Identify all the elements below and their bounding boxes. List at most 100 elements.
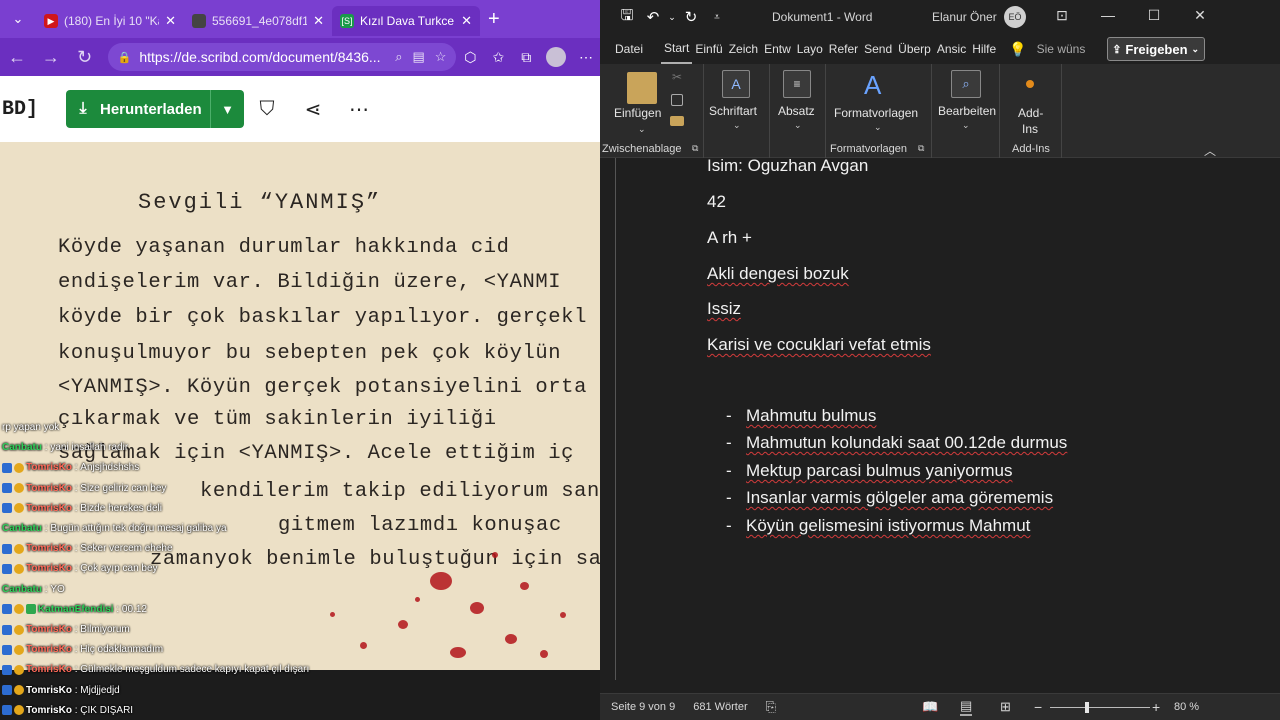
- chat-username[interactable]: Canbatu: [2, 584, 42, 595]
- tab-ueberpruefen[interactable]: Überp: [895, 34, 934, 64]
- chevron-down-icon[interactable]: ▼: [210, 90, 244, 128]
- close-icon[interactable]: ✕: [313, 13, 324, 29]
- styles-label[interactable]: Formatvorlagen: [834, 106, 918, 120]
- extensions-icon[interactable]: ⬡: [456, 49, 484, 66]
- copy-icon[interactable]: [671, 94, 683, 106]
- paste-label[interactable]: Einfügen: [614, 106, 661, 120]
- chevron-down-icon[interactable]: ⌄: [794, 120, 802, 131]
- tab-einfuegen[interactable]: Einfü: [692, 34, 725, 64]
- tab-zeichnen[interactable]: Zeich: [726, 34, 761, 64]
- more-icon[interactable]: ⋯: [572, 49, 600, 66]
- share-button[interactable]: ⇪ Freigeben ⌄: [1106, 37, 1205, 61]
- close-icon[interactable]: ✕: [1185, 7, 1215, 24]
- paste-icon[interactable]: [627, 72, 657, 104]
- chevron-down-icon[interactable]: ⌄: [1192, 44, 1200, 55]
- dialog-launcher-icon[interactable]: ⧉: [692, 143, 698, 154]
- chat-username[interactable]: TomrisKo: [26, 543, 72, 554]
- undo-dropdown-icon[interactable]: ⌄: [666, 12, 678, 23]
- new-tab-plus-icon[interactable]: +: [488, 8, 500, 31]
- document-canvas[interactable]: Isim: Oguzhan Avgan 42 A rh + Akli denge…: [600, 156, 1280, 693]
- zoom-level[interactable]: 80 %: [1174, 701, 1199, 713]
- web-layout-icon[interactable]: ⊞: [1000, 699, 1011, 715]
- paragraph[interactable]: Karisi ve cocuklari vefat etmis: [707, 335, 931, 355]
- page-count[interactable]: Seite 9 von 9: [611, 701, 675, 713]
- zoom-slider-track[interactable]: [1050, 707, 1150, 708]
- profile-avatar[interactable]: [546, 47, 567, 67]
- paragraph[interactable]: A rh +: [707, 228, 752, 248]
- tab-datei[interactable]: Datei: [600, 34, 661, 64]
- download-button[interactable]: ⤓ Herunterladen ▼: [66, 90, 244, 128]
- cut-icon[interactable]: ✂: [672, 70, 682, 84]
- customize-toolbar-icon[interactable]: ⩡: [704, 12, 730, 23]
- chat-username[interactable]: TomrisKo: [26, 483, 72, 494]
- chat-username[interactable]: TomrisKo: [26, 503, 72, 514]
- paragraph[interactable]: 42: [707, 192, 726, 212]
- paragraph[interactable]: Isim: Oguzhan Avgan: [707, 156, 868, 176]
- chat-username[interactable]: TomrisKo: [26, 624, 72, 635]
- editing-label[interactable]: Bearbeiten: [938, 104, 996, 118]
- forward-arrow-icon[interactable]: →: [34, 40, 68, 74]
- tab-ansicht[interactable]: Ansic: [934, 34, 969, 64]
- chevron-down-icon[interactable]: ⌄: [638, 124, 646, 135]
- scribd-logo[interactable]: BD]: [2, 98, 62, 121]
- zoom-in-icon[interactable]: +: [1152, 699, 1160, 715]
- save-icon[interactable]: 🖫: [614, 5, 640, 30]
- tab-referenzen[interactable]: Refer: [826, 34, 861, 64]
- close-icon[interactable]: ✕: [165, 13, 176, 29]
- zoom-out-icon[interactable]: −: [1034, 699, 1042, 715]
- browser-tab-youtube[interactable]: ▶ (180) En İyi 10 "Kav ✕: [36, 6, 184, 36]
- tell-me-input[interactable]: Sie wüns: [1037, 42, 1103, 56]
- zoom-slider-thumb[interactable]: [1085, 702, 1089, 713]
- chevron-down-icon[interactable]: ⌄: [962, 120, 970, 131]
- tab-layout[interactable]: Layo: [794, 34, 826, 64]
- tab-actions-chevron-icon[interactable]: ⌄: [0, 0, 36, 38]
- back-arrow-icon[interactable]: ←: [0, 40, 34, 74]
- reader-icon[interactable]: ▤: [413, 49, 425, 65]
- paragraph-label[interactable]: Absatz: [778, 104, 815, 118]
- document-page[interactable]: Isim: Oguzhan Avgan 42 A rh + Akli denge…: [615, 156, 1245, 680]
- collections-icon[interactable]: ⧉: [512, 49, 540, 66]
- chat-username[interactable]: KatmanEfendisi: [38, 604, 114, 615]
- minimize-icon[interactable]: —: [1093, 7, 1123, 23]
- address-bar[interactable]: 🔒 https://de.scribd.com/document/8436...…: [107, 43, 457, 71]
- chat-username[interactable]: TomrisKo: [26, 685, 72, 696]
- tab-start[interactable]: Start: [661, 34, 693, 64]
- list-item[interactable]: Insanlar varmis gölgeler ama görememis: [746, 488, 1053, 508]
- font-icon[interactable]: A: [722, 70, 750, 98]
- format-painter-icon[interactable]: [670, 116, 684, 126]
- maximize-icon[interactable]: ☐: [1139, 7, 1169, 24]
- addins-label-line2[interactable]: Ins: [1022, 122, 1038, 136]
- paragraph-icon[interactable]: ≡: [783, 70, 811, 98]
- list-item[interactable]: Köyün gelismesini istiyormus Mahmut: [746, 516, 1030, 536]
- search-icon[interactable]: ⌕: [951, 70, 981, 98]
- chat-username[interactable]: TomrisKo: [26, 563, 72, 574]
- browser-tab-scribd[interactable]: [S] Kızıl Dava Turkce Ka ✕: [332, 6, 480, 36]
- tab-entwurf[interactable]: Entw: [761, 34, 794, 64]
- browser-tab-image[interactable]: 556691_4e078df1ed ✕: [184, 6, 332, 36]
- collapse-ribbon-icon[interactable]: ︿: [1204, 142, 1216, 159]
- paragraph[interactable]: Akli dengesi bozuk: [707, 264, 849, 284]
- addins-icon[interactable]: [1026, 80, 1034, 88]
- tab-sendungen[interactable]: Send: [861, 34, 895, 64]
- chat-username[interactable]: TomrisKo: [26, 462, 72, 473]
- styles-icon[interactable]: A: [864, 70, 881, 101]
- font-label[interactable]: Schriftart: [709, 104, 757, 118]
- bookmark-icon[interactable]: ⛉: [244, 98, 290, 121]
- chevron-down-icon[interactable]: ⌄: [733, 120, 741, 131]
- proofing-icon[interactable]: ⎘: [766, 699, 776, 715]
- chat-username[interactable]: TomrisKo: [26, 705, 72, 716]
- user-name[interactable]: Elanur Öner: [932, 10, 997, 24]
- reload-icon[interactable]: ↻: [68, 40, 102, 74]
- chat-username[interactable]: TomrisKo: [26, 644, 72, 655]
- share-icon[interactable]: ⋖: [290, 97, 336, 122]
- user-avatar[interactable]: EÖ: [1004, 6, 1026, 28]
- paragraph[interactable]: Issiz: [707, 299, 741, 319]
- list-item[interactable]: Mektup parcasi bulmus yaniyormus: [746, 461, 1012, 481]
- more-icon[interactable]: ⋯: [336, 97, 382, 122]
- read-mode-icon[interactable]: 📖: [922, 699, 938, 715]
- ribbon-display-options-icon[interactable]: ⊡: [1047, 7, 1077, 24]
- print-layout-icon[interactable]: ▤: [960, 698, 973, 716]
- redo-icon[interactable]: ↻: [678, 8, 704, 26]
- chat-username[interactable]: Canbatu: [2, 442, 42, 453]
- tab-hilfe[interactable]: Hilfe: [969, 34, 999, 64]
